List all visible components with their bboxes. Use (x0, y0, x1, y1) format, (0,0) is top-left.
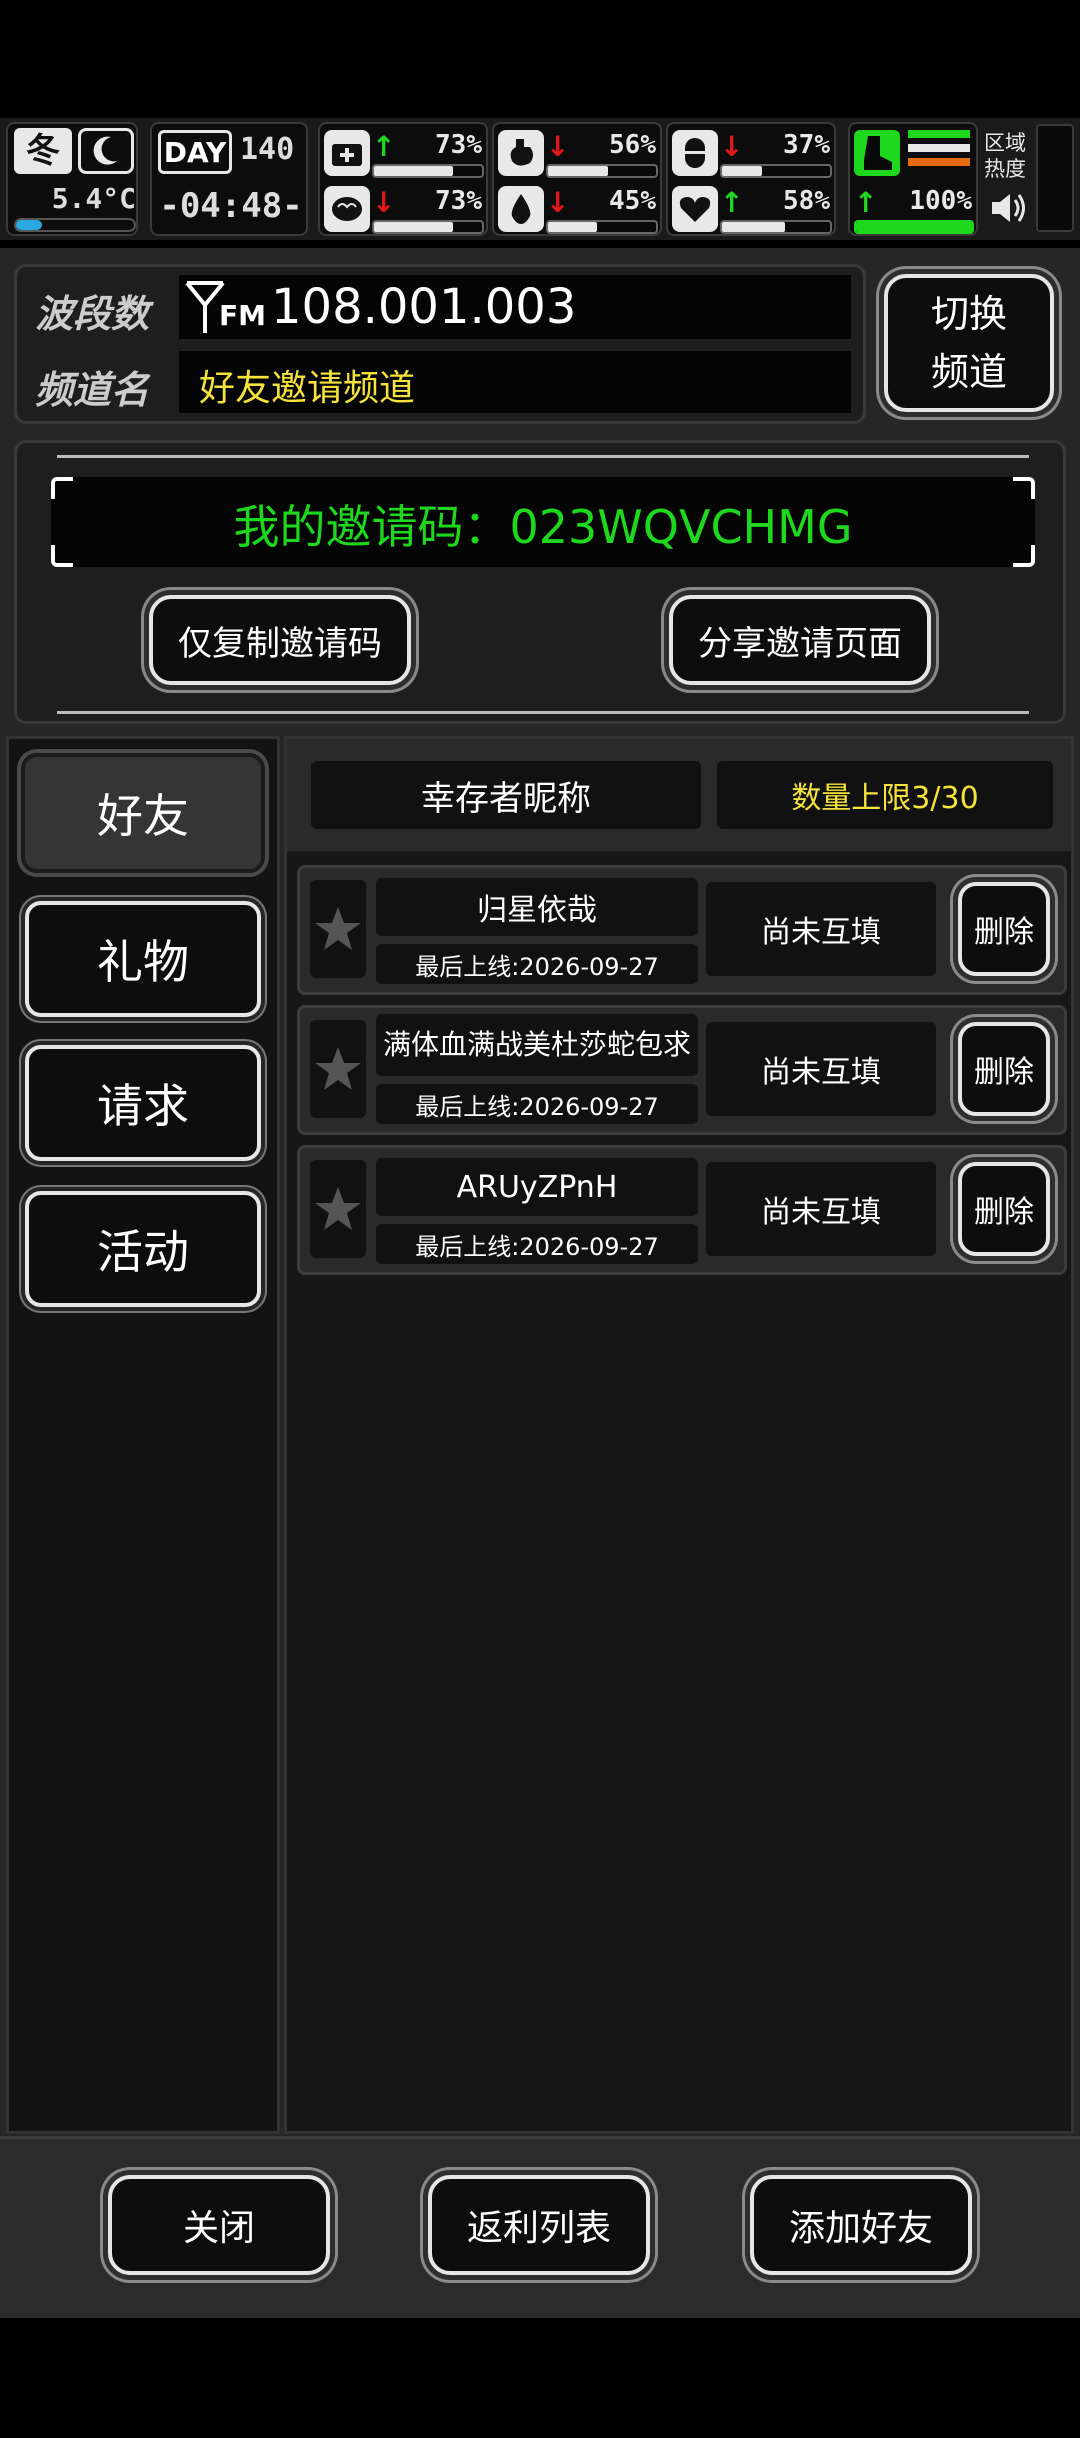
stamina-panel: ↑ 100% (848, 122, 978, 236)
clock-value: -04:48- (159, 186, 303, 226)
region-heat-label: 区域 热度 (984, 131, 1026, 181)
invite-code-display: 我的邀请码：023WQVCHMG (51, 477, 1035, 567)
stats-group-2: ↓ ↓ 56% 45% (492, 122, 662, 236)
star-icon[interactable] (310, 1160, 366, 1258)
mood-value: 73% (435, 186, 482, 216)
thirst-bar (546, 220, 658, 234)
stats-group-3: ↓ ↑ 37% 58% (666, 122, 836, 236)
stomach-icon (498, 130, 544, 176)
heart-value: 58% (783, 186, 830, 216)
friend-name: 归星依哉 (376, 878, 698, 936)
copy-invite-code-button[interactable]: 仅复制邀请码 (149, 595, 411, 685)
temperature-strip-icon (908, 130, 970, 176)
hunger-bar (546, 164, 658, 178)
temperature-value: 5.4°C (51, 182, 136, 215)
stamina-bar (854, 220, 974, 234)
channel-label: 频道名 (35, 368, 150, 412)
health-value: 73% (435, 130, 482, 160)
friends-list-panel: 幸存者昵称 数量上限3/30 归星依哉 最后上线:2026-09-27 尚未互填… (284, 736, 1074, 2134)
moon-icon (78, 128, 134, 174)
band-label: 波段数 (35, 292, 150, 336)
season-icon: 冬 (14, 128, 72, 174)
friend-status: 尚未互填 (706, 882, 936, 976)
channel-value: 好友邀请频道 (199, 368, 416, 409)
boot-icon (854, 130, 900, 176)
bottom-divider (57, 711, 1029, 714)
close-button[interactable]: 关闭 (108, 2175, 330, 2275)
switch-channel-button[interactable]: 切换 频道 (884, 274, 1054, 412)
thermometer-bar (14, 218, 136, 232)
tab-events[interactable]: 活动 (25, 1191, 261, 1307)
band-value: 108.001.003 (271, 279, 577, 335)
pill-icon (672, 130, 718, 176)
friend-name: ARUyZPnH (376, 1158, 698, 1216)
medicine-value: 37% (783, 130, 830, 160)
hunger-value: 56% (609, 130, 656, 160)
health-bar (372, 164, 484, 178)
tab-gifts[interactable]: 礼物 (25, 901, 261, 1017)
share-invite-page-button[interactable]: 分享邀请页面 (669, 595, 931, 685)
speaker-icon[interactable] (988, 188, 1028, 228)
thirst-value: 45% (609, 186, 656, 216)
health-icon (324, 130, 370, 176)
friend-status: 尚未互填 (706, 1162, 936, 1256)
water-drop-icon (498, 186, 544, 232)
day-clock-panel: DAY 140 -04:48- (150, 122, 308, 236)
day-value: 140 (240, 132, 295, 167)
region-heat-meter (1036, 124, 1074, 232)
friend-last-online: 最后上线:2026-09-27 (376, 1084, 698, 1124)
channel-display: 好友邀请频道 (179, 351, 851, 413)
delete-friend-button[interactable]: 删除 (958, 1162, 1050, 1256)
friend-status: 尚未互填 (706, 1022, 936, 1116)
tab-sidebar: 好友 礼物 请求 活动 (6, 736, 280, 2134)
friend-row: 满体血满战美杜莎蛇包求 最后上线:2026-09-27 尚未互填 删除 (297, 1005, 1067, 1135)
mood-bar (372, 220, 484, 234)
fm-label: FM (219, 299, 266, 332)
add-friend-button[interactable]: 添加好友 (750, 2175, 972, 2275)
radio-panel: 波段数 FM 108.001.003 频道名 好友邀请频道 (14, 264, 866, 424)
tab-friends[interactable]: 好友 (21, 753, 265, 873)
brain-icon (324, 186, 370, 232)
heart-bar (720, 220, 832, 234)
header-limit: 数量上限3/30 (717, 761, 1053, 829)
star-icon[interactable] (310, 1020, 366, 1118)
friend-name: 满体血满战美杜莎蛇包求 (376, 1014, 698, 1076)
stats-group-1: ↑ ↓ 73% 73% (318, 122, 488, 236)
footer-bar: 关闭 返利列表 添加好友 (0, 2136, 1080, 2318)
friends-header: 幸存者昵称 数量上限3/30 (287, 739, 1071, 851)
star-icon[interactable] (310, 880, 366, 978)
status-hud: 冬 5.4°C DAY 140 -04:48- ↑ ↓ 73% 73% ↓ ↓ … (0, 118, 1080, 240)
rebate-list-button[interactable]: 返利列表 (428, 2175, 650, 2275)
band-display: FM 108.001.003 (179, 275, 851, 339)
friend-row: 归星依哉 最后上线:2026-09-27 尚未互填 删除 (297, 865, 1067, 995)
invite-panel: 我的邀请码：023WQVCHMG 仅复制邀请码 分享邀请页面 (14, 440, 1066, 724)
friend-row: ARUyZPnH 最后上线:2026-09-27 尚未互填 删除 (297, 1145, 1067, 1275)
day-label: DAY (158, 130, 232, 174)
weather-panel: 冬 5.4°C (6, 122, 138, 236)
invite-code-text: 我的邀请码：023WQVCHMG (233, 500, 853, 554)
delete-friend-button[interactable]: 删除 (958, 882, 1050, 976)
stamina-value: 100% (909, 186, 972, 216)
heart-icon (672, 186, 718, 232)
medicine-bar (720, 164, 832, 178)
friend-last-online: 最后上线:2026-09-27 (376, 944, 698, 984)
tab-requests[interactable]: 请求 (25, 1045, 261, 1161)
friend-last-online: 最后上线:2026-09-27 (376, 1224, 698, 1264)
top-divider (57, 455, 1029, 458)
header-nickname: 幸存者昵称 (311, 761, 701, 829)
delete-friend-button[interactable]: 删除 (958, 1022, 1050, 1116)
